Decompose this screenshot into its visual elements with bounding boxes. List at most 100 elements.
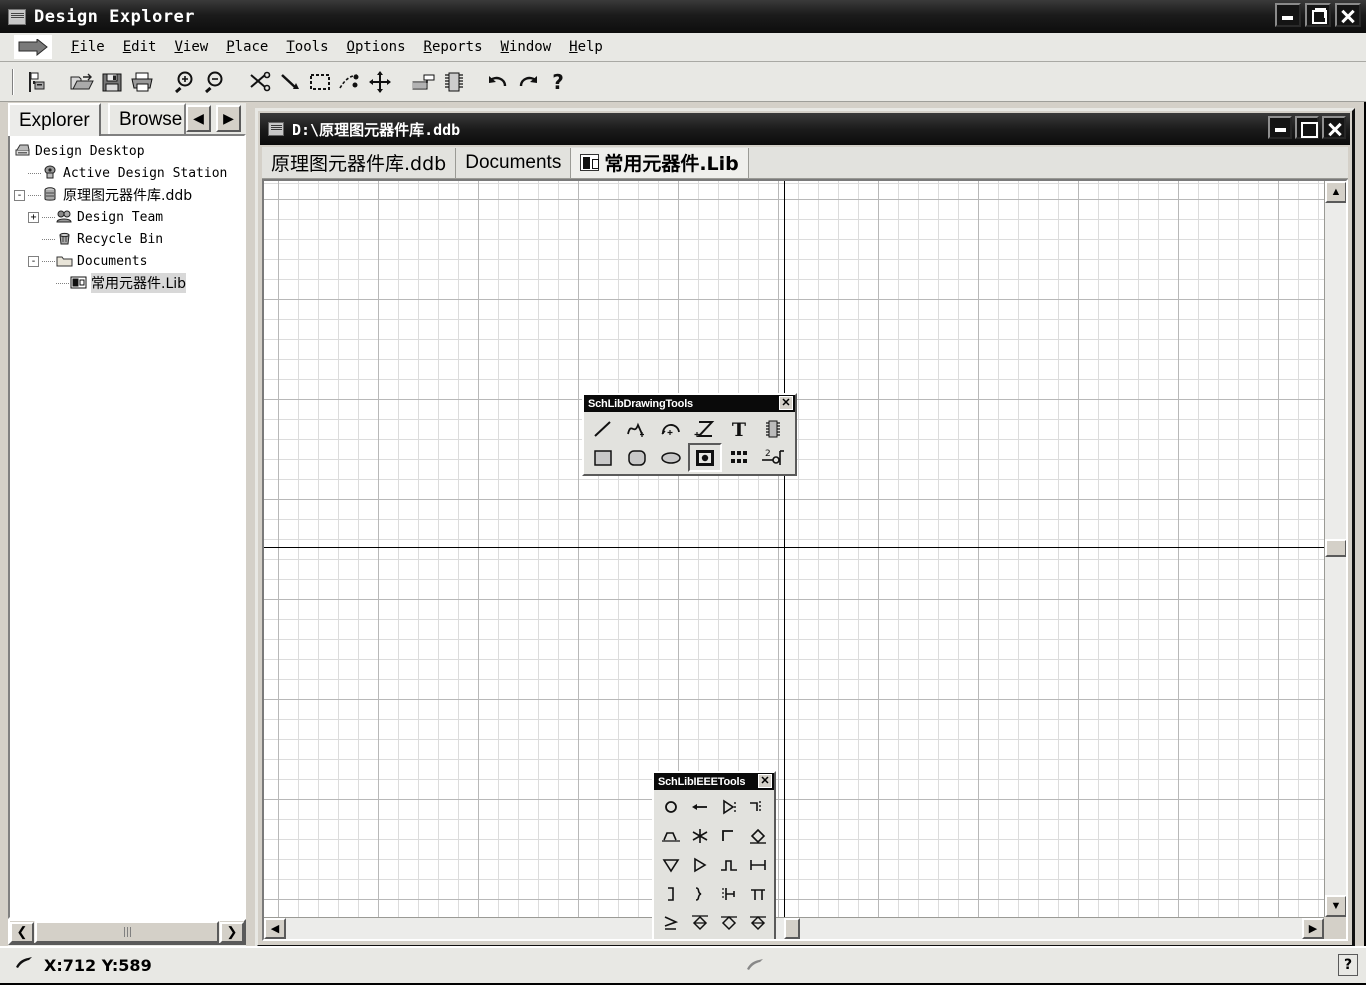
line-icon[interactable]	[586, 414, 620, 443]
open-folder-icon[interactable]	[67, 67, 97, 97]
close-button[interactable]	[1335, 3, 1361, 27]
tab-scroll-right-icon[interactable]: ▶	[216, 105, 241, 132]
tree-item-design-desktop[interactable]: Design Desktop	[14, 140, 244, 162]
document-minimize-button[interactable]	[1268, 116, 1292, 139]
tree-item-documents[interactable]: - Documents	[14, 250, 244, 272]
menu-tools[interactable]: Tools	[277, 37, 337, 57]
menu-file[interactable]: File	[62, 37, 114, 57]
help-icon[interactable]: ?	[543, 67, 573, 97]
scroll-left-icon[interactable]: ◀	[264, 918, 286, 939]
ieee-tools-palette[interactable]: SchLibIEEETools ✕	[652, 771, 776, 939]
restore-button[interactable]	[1305, 3, 1331, 27]
pulse-icon[interactable]	[714, 850, 743, 879]
scroll-thumb[interactable]	[35, 921, 219, 943]
open-emitter-icon[interactable]	[714, 908, 743, 937]
doc-tab-schlib[interactable]: 常用元器件.Lib	[571, 147, 749, 178]
vertical-scroll-thumb[interactable]	[1325, 539, 1346, 557]
zoom-in-icon[interactable]	[171, 67, 201, 97]
explorer-horizontal-scrollbar[interactable]: ❮ ❯	[8, 919, 246, 945]
minimize-button[interactable]	[1275, 3, 1301, 27]
polyline-icon[interactable]	[620, 414, 654, 443]
hiz-icon[interactable]	[656, 850, 685, 879]
doc-tab-ddb[interactable]: 原理图元器件库.ddb	[262, 147, 457, 178]
analog-signal-in-icon[interactable]	[656, 821, 685, 850]
new-component-icon[interactable]	[756, 414, 790, 443]
menu-place[interactable]: Place	[217, 37, 277, 57]
scroll-down-icon[interactable]: ▼	[1325, 895, 1346, 917]
delay-icon[interactable]	[743, 850, 772, 879]
document-close-button[interactable]	[1322, 116, 1346, 139]
menu-options[interactable]: Options	[338, 37, 415, 57]
explorer-tree-container[interactable]: Design Desktop Active Design Station - 原…	[8, 134, 246, 919]
horizontal-scroll-thumb[interactable]	[784, 918, 800, 939]
menu-window[interactable]: Window	[492, 37, 561, 57]
cut-icon[interactable]	[245, 67, 275, 97]
document-maximize-button[interactable]	[1295, 116, 1319, 139]
bezier-icon[interactable]	[688, 414, 722, 443]
print-icon[interactable]	[127, 67, 157, 97]
round-rectangle-icon[interactable]	[620, 443, 654, 472]
place-pin-icon[interactable]: 2	[756, 443, 790, 472]
zoom-out-icon[interactable]	[201, 67, 231, 97]
menu-reports[interactable]: Reports	[415, 37, 492, 57]
drawing-canvas[interactable]	[264, 181, 1324, 917]
dot-icon[interactable]	[656, 792, 685, 821]
deselect-icon[interactable]	[335, 67, 365, 97]
open-collector-icon[interactable]	[743, 821, 772, 850]
drawing-tools-titlebar[interactable]: SchLibDrawingTools ✕	[584, 395, 795, 412]
open-output-icon[interactable]	[714, 937, 743, 939]
paste-icon[interactable]	[275, 67, 305, 97]
close-icon[interactable]: ✕	[779, 396, 793, 410]
scroll-up-icon[interactable]: ▲	[1325, 181, 1346, 203]
open-emitter-pull-up-icon[interactable]	[743, 908, 772, 937]
redo-icon[interactable]	[513, 67, 543, 97]
ieee-tools-titlebar[interactable]: SchLibIEEETools ✕	[654, 773, 774, 790]
menu-edit[interactable]: Edit	[114, 37, 166, 57]
menu-view[interactable]: View	[165, 37, 217, 57]
pi-symbol-icon[interactable]	[743, 879, 772, 908]
schematic-library-editor[interactable]: ▲ ▼ ◀ ▶ SchLibDrawingTools ✕ T 2 SchLibI…	[262, 179, 1348, 941]
undo-icon[interactable]	[483, 67, 513, 97]
group-line-icon[interactable]	[656, 879, 685, 908]
tree-item-ddb[interactable]: - 原理图元器件库.ddb	[14, 184, 244, 206]
digital-signal-in-icon[interactable]	[656, 937, 685, 939]
text-string-icon[interactable]: T	[722, 414, 756, 443]
tab-scroll-left-icon[interactable]: ◀	[186, 105, 211, 132]
active-low-input-icon[interactable]	[743, 792, 772, 821]
canvas-horizontal-scrollbar[interactable]: ◀ ▶	[264, 917, 1324, 939]
tree-collapse-toggle[interactable]: -	[28, 255, 39, 267]
tab-explorer[interactable]: Explorer	[8, 103, 101, 136]
clock-icon[interactable]	[714, 792, 743, 821]
scroll-track[interactable]	[34, 921, 220, 943]
save-icon[interactable]	[97, 67, 127, 97]
move-icon[interactable]	[365, 67, 395, 97]
scroll-left-icon[interactable]: ❮	[10, 921, 34, 943]
tree-item-recycle-bin[interactable]: Recycle Bin	[14, 228, 244, 250]
paste-array-icon[interactable]	[722, 443, 756, 472]
canvas-vertical-scrollbar[interactable]: ▲ ▼	[1324, 181, 1346, 917]
group-binary-icon[interactable]	[685, 879, 714, 908]
status-help-icon[interactable]: ?	[1338, 954, 1358, 976]
tree-item-active-design-station[interactable]: Active Design Station	[14, 162, 244, 184]
ellipse-icon[interactable]	[654, 443, 688, 472]
menu-help[interactable]: Help	[560, 37, 612, 57]
high-current-icon[interactable]	[685, 850, 714, 879]
left-right-signal-flow-icon[interactable]	[685, 792, 714, 821]
select-area-icon[interactable]	[305, 67, 335, 97]
rectangle-icon[interactable]	[586, 443, 620, 472]
scroll-right-icon[interactable]: ❯	[220, 921, 244, 943]
tab-browse-sch[interactable]: Browse S	[108, 103, 186, 134]
left-signal-flow-icon[interactable]	[743, 937, 772, 939]
tree-item-schlib[interactable]: 常用元器件.Lib	[14, 272, 244, 294]
greater-equal-icon[interactable]	[656, 908, 685, 937]
elliptical-arc-icon[interactable]	[654, 414, 688, 443]
down-arrow-logo[interactable]	[14, 35, 52, 59]
component-icon[interactable]	[439, 67, 469, 97]
graphic-image-icon[interactable]	[688, 443, 722, 472]
tree-item-design-team[interactable]: + Design Team	[14, 206, 244, 228]
postponed-output-icon[interactable]	[714, 821, 743, 850]
drawing-tools-palette[interactable]: SchLibDrawingTools ✕ T 2	[582, 393, 797, 476]
not-logic-connection-icon[interactable]	[685, 821, 714, 850]
browse-documents-icon[interactable]	[23, 67, 53, 97]
active-low-output-icon[interactable]	[714, 879, 743, 908]
